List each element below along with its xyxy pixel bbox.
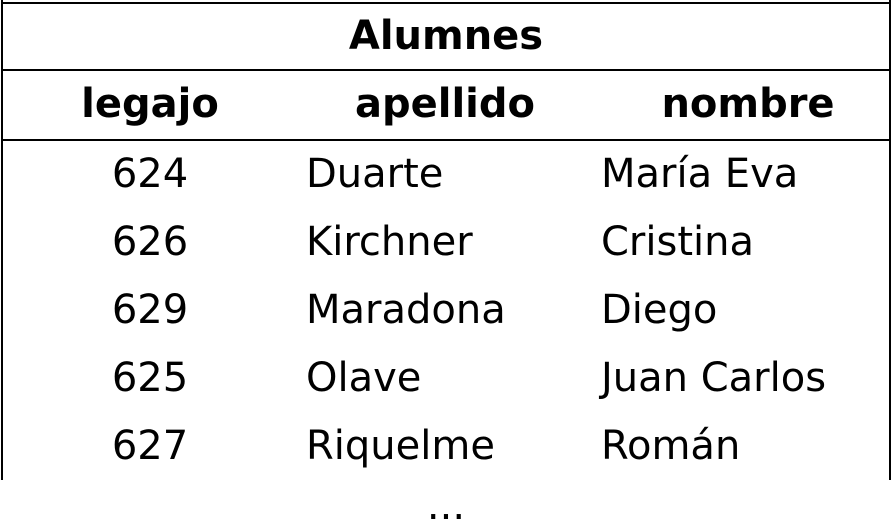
column-header-legajo: legajo [81,81,219,127]
table-row: 629 Maradona Diego [0,276,892,344]
cell-apellido: Kirchner [306,219,473,265]
alumnes-table: Alumnes legajo apellido nombre 624 Duart… [0,0,892,480]
cell-nombre: Diego [601,287,718,333]
table-row: 626 Kirchner Cristina [0,208,892,276]
column-header-apellido: apellido [355,81,535,127]
table-caption: Alumnes [348,13,544,59]
cell-apellido: Duarte [306,151,444,197]
cell-nombre: María Eva [601,151,799,197]
cell-apellido: Riquelme [306,423,495,469]
cell-legajo: 629 [111,287,189,333]
table-row: 625 Olave Juan Carlos [0,344,892,412]
cell-nombre: Juan Carlos [601,355,827,401]
table-body: 624 Duarte María Eva 626 Kirchner Cristi… [0,140,892,480]
cell-legajo: 626 [111,219,189,265]
cell-nombre: Román [601,423,741,469]
table-header-row: legajo apellido nombre [0,71,892,138]
cell-nombre: Cristina [601,219,754,265]
cell-legajo: 625 [111,355,189,401]
continuation-ellipsis: ... [426,483,466,529]
cell-apellido: Olave [306,355,422,401]
cell-legajo: 627 [111,423,189,469]
table-row: 624 Duarte María Eva [0,140,892,208]
cell-apellido: Maradona [306,287,506,333]
table-row: 627 Riquelme Román [0,412,892,480]
column-header-nombre: nombre [661,81,835,127]
cell-legajo: 624 [111,151,189,197]
